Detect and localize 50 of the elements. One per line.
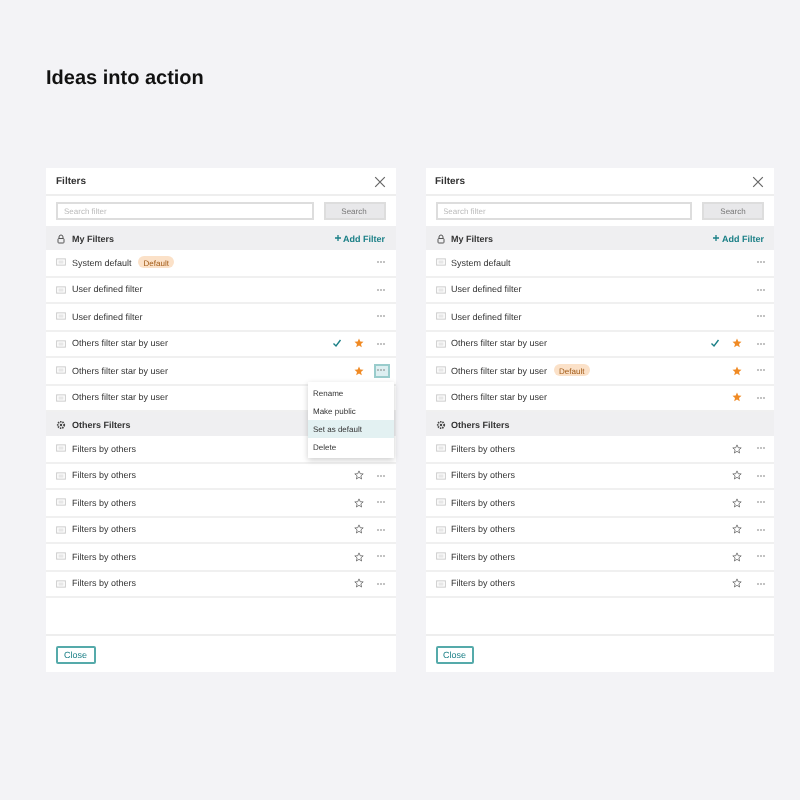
page-heading: Ideas into action <box>46 68 206 92</box>
star-icon[interactable] <box>353 497 363 508</box>
star-icon[interactable] <box>353 524 363 535</box>
star-icon[interactable] <box>353 551 363 562</box>
star-icon[interactable] <box>732 470 742 481</box>
star-icon[interactable] <box>732 497 742 508</box>
more-button[interactable] <box>375 365 387 376</box>
close-icon[interactable] <box>373 175 385 187</box>
drag-handle-icon[interactable] <box>56 552 66 561</box>
plus-icon[interactable] <box>712 234 720 242</box>
drag-handle-icon[interactable] <box>56 471 66 480</box>
drag-handle-icon[interactable] <box>56 393 66 402</box>
drag-handle-icon[interactable] <box>56 366 66 375</box>
plus-icon[interactable] <box>333 234 341 242</box>
star-icon[interactable] <box>732 365 742 376</box>
drag-handle-icon[interactable] <box>56 579 66 588</box>
drag-handle-icon[interactable] <box>56 444 66 453</box>
lock-icon <box>435 233 445 243</box>
star-icon[interactable] <box>732 551 742 562</box>
drag-handle-icon[interactable] <box>435 444 445 453</box>
drag-handle-icon[interactable] <box>435 258 445 267</box>
drag-handle-icon[interactable] <box>435 552 445 561</box>
star-icon[interactable] <box>732 524 742 535</box>
star-icon[interactable] <box>353 338 363 349</box>
drag-handle-icon[interactable] <box>56 258 66 267</box>
lock-icon <box>56 233 66 243</box>
drag-handle-icon[interactable] <box>435 312 445 321</box>
drag-handle-icon[interactable] <box>435 498 445 507</box>
drag-handle-icon[interactable] <box>56 339 66 348</box>
drag-handle-icon[interactable] <box>435 393 445 402</box>
drag-handle-icon[interactable] <box>56 498 66 507</box>
drag-handle-icon[interactable] <box>435 366 445 375</box>
star-icon[interactable] <box>732 392 742 403</box>
drag-handle-icon[interactable] <box>56 312 66 321</box>
drag-handle-icon[interactable] <box>56 285 66 294</box>
star-icon[interactable] <box>353 365 363 376</box>
gear-icon <box>435 419 445 429</box>
drag-handle-icon[interactable] <box>56 525 66 534</box>
star-icon[interactable] <box>732 338 742 349</box>
star-icon[interactable] <box>353 578 363 589</box>
drag-handle-icon[interactable] <box>435 579 445 588</box>
gear-icon <box>56 419 66 429</box>
drag-handle-icon[interactable] <box>435 525 445 534</box>
drag-handle-icon[interactable] <box>435 471 445 480</box>
drag-handle-icon[interactable] <box>435 285 445 294</box>
star-icon[interactable] <box>353 470 363 481</box>
drag-handle-icon[interactable] <box>435 339 445 348</box>
close-icon[interactable] <box>752 175 764 187</box>
star-icon[interactable] <box>732 443 742 454</box>
star-icon[interactable] <box>732 578 742 589</box>
